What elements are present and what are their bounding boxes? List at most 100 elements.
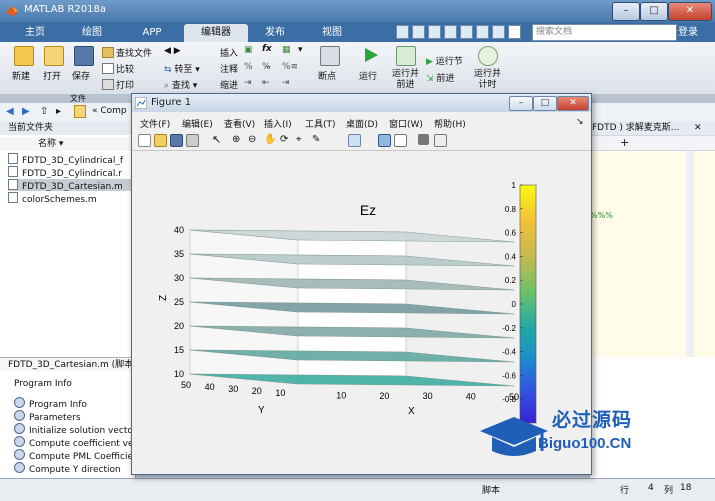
menu-help[interactable]: 帮助(H) (434, 117, 466, 130)
insert-icon[interactable]: ▦ (282, 45, 291, 55)
legend-toggle-icon[interactable] (394, 134, 407, 147)
section-item[interactable]: Compute PML Coefficie (14, 449, 133, 462)
colorbar-toggle-icon[interactable] (378, 134, 391, 147)
name-column-header[interactable]: 名称 ▾ (0, 137, 135, 151)
smart-indent-icon[interactable]: ⇥ (244, 78, 252, 88)
menu-dock-icon[interactable]: ↘ (576, 117, 584, 127)
hide-tools-icon[interactable] (418, 134, 429, 145)
login-link[interactable]: 登录 (678, 24, 698, 41)
comment-button[interactable]: 注释 (220, 62, 238, 75)
comment-percent-icon[interactable]: % (244, 62, 253, 72)
tab-home[interactable]: 主页 (12, 24, 58, 42)
brush-icon[interactable]: ✎ (312, 134, 323, 145)
save-figure-icon[interactable] (170, 134, 183, 147)
figure-close-button[interactable]: ✕ (557, 96, 589, 111)
file-item[interactable]: colorSchemes.m (8, 192, 135, 204)
uncomment-icon[interactable]: %̶ (262, 62, 271, 72)
file-item[interactable]: FDTD_3D_Cylindrical_f (8, 153, 135, 165)
quick-save-icon[interactable] (396, 25, 409, 39)
section-item[interactable]: Parameters (14, 410, 81, 423)
pan-hand-icon[interactable]: ✋ (264, 134, 276, 145)
run-and-time-button[interactable]: 运行并 计时 (474, 69, 501, 91)
editor-scrollbar[interactable] (686, 151, 694, 357)
close-button[interactable]: ✕ (668, 2, 712, 21)
file-item-selected[interactable]: FDTD_3D_Cartesian.m (8, 179, 135, 191)
goto-button[interactable]: ⇆ 转至 ▾ (164, 62, 200, 75)
help-icon[interactable] (508, 25, 521, 39)
figure-minimize-button[interactable]: – (509, 96, 533, 111)
file-item[interactable]: FDTD_3D_Cylindrical.r (8, 166, 135, 178)
status-col-value: 18 (680, 483, 692, 493)
browse-folder-icon[interactable]: ▸ (56, 106, 61, 117)
menu-file[interactable]: 文件(F) (140, 117, 170, 130)
editor-code-area[interactable]: %%% (590, 151, 715, 357)
run-button[interactable]: 运行 (359, 69, 377, 82)
colorbar-tick-label: 0.6 (505, 229, 517, 238)
minimize-button[interactable]: – (612, 2, 640, 21)
quick-paste-icon[interactable] (444, 25, 457, 39)
print-button[interactable]: 打印 (102, 78, 134, 91)
breakpoint-button[interactable]: 断点 (318, 69, 336, 82)
back-arrow-icon[interactable]: ◀ (6, 106, 14, 117)
link-plot-icon[interactable] (348, 134, 361, 147)
rotate-3d-icon[interactable]: ⟳ (280, 134, 291, 145)
menu-insert[interactable]: 插入(I) (264, 117, 292, 130)
find-button[interactable]: ⌕ 查找 ▾ (164, 78, 197, 91)
quick-undo-icon[interactable] (460, 25, 473, 39)
find-files-button[interactable]: 查找文件 (102, 46, 152, 59)
run-and-advance-button[interactable]: 运行并 前进 (392, 69, 419, 91)
tab-publish[interactable]: 发布 (250, 24, 300, 42)
section-item[interactable]: Compute Y direction (14, 462, 121, 475)
search-documentation-input[interactable]: 搜索文档 (532, 24, 677, 41)
new-button[interactable]: 新建 (12, 69, 30, 82)
tab-editor[interactable]: 编辑器 (184, 24, 248, 42)
editor-tab-label[interactable]: FDTD ) 求解麦克斯... (592, 123, 679, 133)
decrease-indent-icon[interactable]: ⇤ (262, 78, 270, 88)
maximize-button[interactable]: □ (640, 2, 668, 21)
run-section-label: 运行节 (435, 57, 463, 67)
new-tab-plus-icon[interactable]: + (620, 136, 629, 149)
menu-view[interactable]: 查看(V) (224, 117, 255, 130)
quick-copy-icon[interactable] (428, 25, 441, 39)
tab-view[interactable]: 视图 (306, 24, 358, 42)
quick-redo-icon[interactable] (476, 25, 489, 39)
section-item[interactable]: Program Info (14, 397, 87, 410)
menu-tools[interactable]: 工具(T) (305, 117, 336, 130)
save-button[interactable]: 保存 (72, 69, 90, 82)
new-figure-icon[interactable] (138, 134, 151, 147)
section-item[interactable]: Compute coefficient ve (14, 436, 134, 449)
tab-apps[interactable]: APP (124, 24, 180, 42)
show-tools-icon[interactable] (434, 134, 447, 147)
open-button[interactable]: 打开 (43, 69, 61, 82)
menu-desktop[interactable]: 桌面(D) (346, 117, 378, 130)
advance-button[interactable]: ⇲ 前进 (426, 71, 454, 84)
run-section-button[interactable]: ▶ 运行节 (426, 54, 463, 67)
menu-edit[interactable]: 编辑(E) (182, 117, 213, 130)
data-cursor-icon[interactable]: ⌖ (296, 134, 307, 145)
figure-maximize-button[interactable]: □ (533, 96, 557, 111)
quick-cut-icon[interactable] (412, 25, 425, 39)
edit-plot-arrow-icon[interactable]: ↖ (212, 134, 223, 145)
back-forward-buttons[interactable]: ◀ ▶ (164, 46, 181, 56)
open-file-icon[interactable] (154, 134, 167, 147)
section-item[interactable]: Initialize solution vector (14, 423, 137, 436)
editor-close-icon[interactable]: ✕ (694, 121, 702, 135)
increase-indent-icon[interactable]: ⇥ (282, 78, 290, 88)
insert-button[interactable]: 插入 (220, 46, 238, 59)
tab-plots[interactable]: 绘图 (64, 24, 120, 42)
menu-window[interactable]: 窗口(W) (389, 117, 423, 130)
zoom-in-icon[interactable]: ⊕ (232, 134, 243, 145)
fx-icon[interactable]: fx (262, 44, 272, 54)
print-figure-icon[interactable] (186, 134, 199, 147)
wrap-comment-icon[interactable]: %≡ (282, 62, 298, 72)
forward-arrow-icon[interactable]: ▶ (22, 106, 30, 117)
quick-switch-icon[interactable] (492, 25, 505, 39)
indent-button[interactable]: 缩进 (220, 78, 238, 91)
insert-section-icon[interactable]: ▣ (244, 45, 253, 55)
zoom-out-icon[interactable]: ⊖ (248, 134, 259, 145)
current-path[interactable]: « Comp (92, 106, 127, 116)
up-folder-icon[interactable]: ⇧ (40, 106, 48, 117)
insert-dropdown-icon[interactable]: ▾ (298, 45, 303, 55)
compare-button[interactable]: 比较 (102, 62, 134, 75)
compare-label: 比较 (116, 65, 135, 75)
